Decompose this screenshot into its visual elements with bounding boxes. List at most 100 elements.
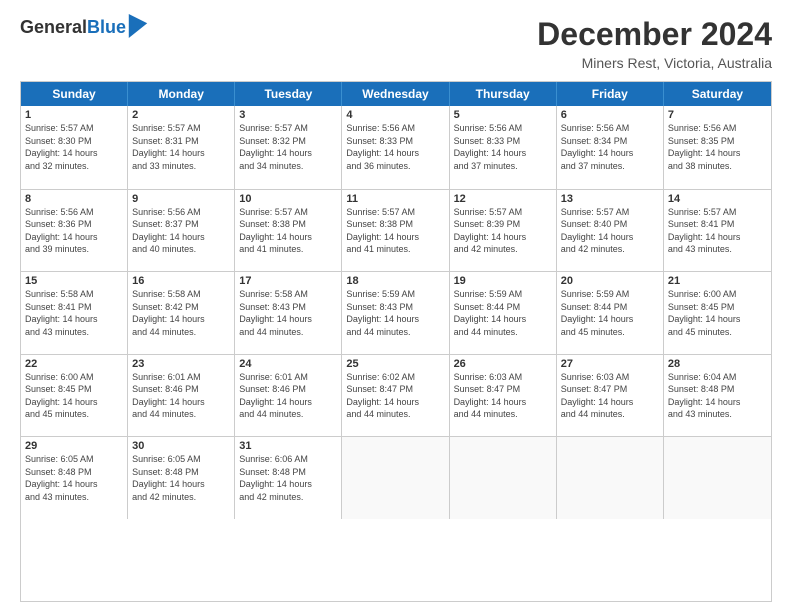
day-number: 20 (561, 275, 659, 287)
day-cell-empty-w4 (557, 437, 664, 519)
day-info: Sunrise: 6:03 AM Sunset: 8:47 PM Dayligh… (454, 371, 552, 421)
day-cell-19-w2: 19Sunrise: 5:59 AM Sunset: 8:44 PM Dayli… (450, 272, 557, 354)
day-info: Sunrise: 5:57 AM Sunset: 8:38 PM Dayligh… (239, 206, 337, 256)
logo: GeneralBlue (20, 16, 148, 40)
day-cell-empty-w4 (450, 437, 557, 519)
day-cell-13-w1: 13Sunrise: 5:57 AM Sunset: 8:40 PM Dayli… (557, 190, 664, 272)
day-info: Sunrise: 6:05 AM Sunset: 8:48 PM Dayligh… (132, 453, 230, 503)
day-cell-18-w2: 18Sunrise: 5:59 AM Sunset: 8:43 PM Dayli… (342, 272, 449, 354)
day-info: Sunrise: 5:56 AM Sunset: 8:33 PM Dayligh… (454, 122, 552, 172)
day-number: 23 (132, 358, 230, 370)
day-cell-empty-w4 (342, 437, 449, 519)
month-title: December 2024 (537, 16, 772, 53)
day-number: 28 (668, 358, 767, 370)
day-info: Sunrise: 6:05 AM Sunset: 8:48 PM Dayligh… (25, 453, 123, 503)
week-row-5: 29Sunrise: 6:05 AM Sunset: 8:48 PM Dayli… (21, 436, 771, 519)
subtitle: Miners Rest, Victoria, Australia (537, 55, 772, 71)
header-friday: Friday (557, 82, 664, 106)
day-cell-7-w0: 7Sunrise: 5:56 AM Sunset: 8:35 PM Daylig… (664, 106, 771, 189)
calendar-header: Sunday Monday Tuesday Wednesday Thursday… (21, 82, 771, 106)
day-number: 24 (239, 358, 337, 370)
header: GeneralBlue December 2024 Miners Rest, V… (20, 16, 772, 71)
day-cell-21-w2: 21Sunrise: 6:00 AM Sunset: 8:45 PM Dayli… (664, 272, 771, 354)
day-info: Sunrise: 5:59 AM Sunset: 8:44 PM Dayligh… (561, 288, 659, 338)
day-cell-empty-w4 (664, 437, 771, 519)
day-number: 1 (25, 109, 123, 121)
day-cell-25-w3: 25Sunrise: 6:02 AM Sunset: 8:47 PM Dayli… (342, 355, 449, 437)
day-number: 14 (668, 193, 767, 205)
day-cell-14-w1: 14Sunrise: 5:57 AM Sunset: 8:41 PM Dayli… (664, 190, 771, 272)
day-cell-24-w3: 24Sunrise: 6:01 AM Sunset: 8:46 PM Dayli… (235, 355, 342, 437)
day-number: 15 (25, 275, 123, 287)
week-row-2: 8Sunrise: 5:56 AM Sunset: 8:36 PM Daylig… (21, 189, 771, 272)
day-info: Sunrise: 5:57 AM Sunset: 8:30 PM Dayligh… (25, 122, 123, 172)
day-number: 22 (25, 358, 123, 370)
calendar: Sunday Monday Tuesday Wednesday Thursday… (20, 81, 772, 602)
day-number: 2 (132, 109, 230, 121)
day-info: Sunrise: 5:57 AM Sunset: 8:39 PM Dayligh… (454, 206, 552, 256)
page: GeneralBlue December 2024 Miners Rest, V… (0, 0, 792, 612)
day-info: Sunrise: 5:58 AM Sunset: 8:43 PM Dayligh… (239, 288, 337, 338)
day-cell-4-w0: 4Sunrise: 5:56 AM Sunset: 8:33 PM Daylig… (342, 106, 449, 189)
day-cell-29-w4: 29Sunrise: 6:05 AM Sunset: 8:48 PM Dayli… (21, 437, 128, 519)
day-info: Sunrise: 5:57 AM Sunset: 8:38 PM Dayligh… (346, 206, 444, 256)
day-number: 19 (454, 275, 552, 287)
day-cell-1-w0: 1Sunrise: 5:57 AM Sunset: 8:30 PM Daylig… (21, 106, 128, 189)
day-number: 21 (668, 275, 767, 287)
day-number: 4 (346, 109, 444, 121)
day-cell-22-w3: 22Sunrise: 6:00 AM Sunset: 8:45 PM Dayli… (21, 355, 128, 437)
day-number: 11 (346, 193, 444, 205)
day-info: Sunrise: 6:01 AM Sunset: 8:46 PM Dayligh… (239, 371, 337, 421)
day-cell-27-w3: 27Sunrise: 6:03 AM Sunset: 8:47 PM Dayli… (557, 355, 664, 437)
logo-general: General (20, 17, 87, 37)
day-cell-10-w1: 10Sunrise: 5:57 AM Sunset: 8:38 PM Dayli… (235, 190, 342, 272)
logo-icon (128, 14, 148, 38)
day-number: 10 (239, 193, 337, 205)
day-cell-28-w3: 28Sunrise: 6:04 AM Sunset: 8:48 PM Dayli… (664, 355, 771, 437)
day-cell-17-w2: 17Sunrise: 5:58 AM Sunset: 8:43 PM Dayli… (235, 272, 342, 354)
day-info: Sunrise: 5:59 AM Sunset: 8:43 PM Dayligh… (346, 288, 444, 338)
day-info: Sunrise: 6:03 AM Sunset: 8:47 PM Dayligh… (561, 371, 659, 421)
day-number: 29 (25, 440, 123, 452)
day-cell-16-w2: 16Sunrise: 5:58 AM Sunset: 8:42 PM Dayli… (128, 272, 235, 354)
title-area: December 2024 Miners Rest, Victoria, Aus… (537, 16, 772, 71)
header-monday: Monday (128, 82, 235, 106)
day-number: 13 (561, 193, 659, 205)
day-info: Sunrise: 5:57 AM Sunset: 8:40 PM Dayligh… (561, 206, 659, 256)
day-info: Sunrise: 6:02 AM Sunset: 8:47 PM Dayligh… (346, 371, 444, 421)
day-cell-2-w0: 2Sunrise: 5:57 AM Sunset: 8:31 PM Daylig… (128, 106, 235, 189)
header-wednesday: Wednesday (342, 82, 449, 106)
day-number: 3 (239, 109, 337, 121)
week-row-3: 15Sunrise: 5:58 AM Sunset: 8:41 PM Dayli… (21, 271, 771, 354)
day-number: 31 (239, 440, 337, 452)
day-info: Sunrise: 5:57 AM Sunset: 8:31 PM Dayligh… (132, 122, 230, 172)
header-saturday: Saturday (664, 82, 771, 106)
day-number: 6 (561, 109, 659, 121)
week-row-1: 1Sunrise: 5:57 AM Sunset: 8:30 PM Daylig… (21, 106, 771, 189)
day-number: 9 (132, 193, 230, 205)
day-cell-31-w4: 31Sunrise: 6:06 AM Sunset: 8:48 PM Dayli… (235, 437, 342, 519)
day-cell-26-w3: 26Sunrise: 6:03 AM Sunset: 8:47 PM Dayli… (450, 355, 557, 437)
logo-blue: Blue (87, 17, 126, 37)
day-info: Sunrise: 5:57 AM Sunset: 8:32 PM Dayligh… (239, 122, 337, 172)
day-cell-30-w4: 30Sunrise: 6:05 AM Sunset: 8:48 PM Dayli… (128, 437, 235, 519)
day-number: 27 (561, 358, 659, 370)
day-cell-8-w1: 8Sunrise: 5:56 AM Sunset: 8:36 PM Daylig… (21, 190, 128, 272)
day-cell-3-w0: 3Sunrise: 5:57 AM Sunset: 8:32 PM Daylig… (235, 106, 342, 189)
header-thursday: Thursday (450, 82, 557, 106)
day-info: Sunrise: 6:04 AM Sunset: 8:48 PM Dayligh… (668, 371, 767, 421)
day-info: Sunrise: 5:56 AM Sunset: 8:37 PM Dayligh… (132, 206, 230, 256)
day-number: 17 (239, 275, 337, 287)
day-info: Sunrise: 5:58 AM Sunset: 8:42 PM Dayligh… (132, 288, 230, 338)
day-info: Sunrise: 6:00 AM Sunset: 8:45 PM Dayligh… (668, 288, 767, 338)
day-info: Sunrise: 6:00 AM Sunset: 8:45 PM Dayligh… (25, 371, 123, 421)
day-number: 12 (454, 193, 552, 205)
day-info: Sunrise: 5:57 AM Sunset: 8:41 PM Dayligh… (668, 206, 767, 256)
day-cell-6-w0: 6Sunrise: 5:56 AM Sunset: 8:34 PM Daylig… (557, 106, 664, 189)
day-cell-5-w0: 5Sunrise: 5:56 AM Sunset: 8:33 PM Daylig… (450, 106, 557, 189)
day-number: 5 (454, 109, 552, 121)
week-row-4: 22Sunrise: 6:00 AM Sunset: 8:45 PM Dayli… (21, 354, 771, 437)
day-info: Sunrise: 5:58 AM Sunset: 8:41 PM Dayligh… (25, 288, 123, 338)
day-number: 26 (454, 358, 552, 370)
day-info: Sunrise: 5:56 AM Sunset: 8:33 PM Dayligh… (346, 122, 444, 172)
